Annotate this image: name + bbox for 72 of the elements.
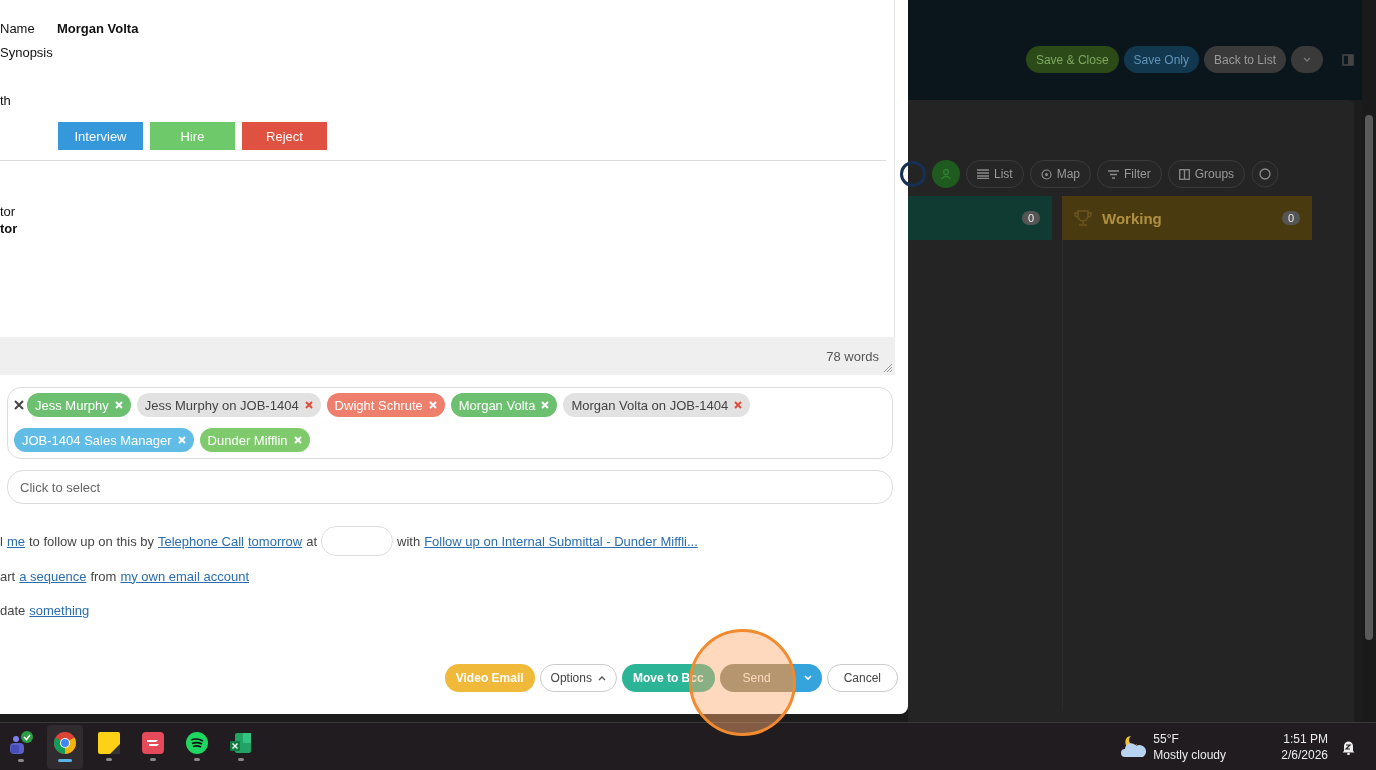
field-value: Morgan Volta <box>57 20 139 36</box>
automation-text: l <box>0 533 3 549</box>
field-label: Name <box>0 20 36 36</box>
clear-icon[interactable] <box>14 400 24 410</box>
sticky-note-icon <box>98 732 120 754</box>
automation-text: to follow up on this by <box>28 533 154 549</box>
recipient-tag[interactable]: Morgan Volta on JOB-1404 <box>563 393 751 417</box>
recipient-tag[interactable]: Jess Murphy on JOB-1404 <box>136 393 321 417</box>
person-button[interactable] <box>932 160 960 188</box>
view-button[interactable]: List <box>966 160 1024 188</box>
person-icon <box>940 168 952 180</box>
option-link[interactable]: a sequence <box>19 568 87 584</box>
resize-grip-icon[interactable] <box>884 364 892 372</box>
count-badge: 0 <box>1021 211 1040 225</box>
option-link[interactable]: something <box>29 602 90 618</box>
view-button[interactable]: Groups <box>1167 160 1246 188</box>
option-link[interactable]: Follow up on Internal Submittal - Dunder Miffli... <box>424 533 698 549</box>
option-link[interactable]: Telephone Call <box>158 533 244 549</box>
action-button[interactable]: Interview <box>58 122 143 150</box>
panel-icon[interactable] <box>1342 53 1354 66</box>
column-title: Working <box>1102 209 1162 227</box>
clock-time[interactable]: 1:51 PM <box>1283 730 1328 747</box>
option-link[interactable]: tomorrow <box>248 533 303 549</box>
ring-icon[interactable] <box>900 161 926 187</box>
field-label: Synopsis <box>0 44 54 60</box>
select-field[interactable]: Click to select <box>7 470 893 504</box>
word-count: 78 words <box>826 348 879 364</box>
toolbar-button[interactable]: Save Only <box>1123 46 1199 73</box>
body-text: tor <box>0 220 18 237</box>
view-button[interactable]: Filter <box>1097 160 1162 188</box>
weather-text: Mostly cloudy <box>1153 746 1227 763</box>
clock-date[interactable]: 2/6/2026 <box>1281 746 1328 763</box>
app-icon <box>142 732 164 754</box>
toolbar-button[interactable]: Back to List <box>1203 46 1286 73</box>
field-label: th <box>0 92 12 108</box>
remove-icon[interactable] <box>734 401 743 409</box>
scrollbar-thumb[interactable] <box>1365 115 1373 640</box>
footer-button[interactable]: Options <box>539 664 617 692</box>
chevron-up-icon <box>597 675 606 681</box>
time-field[interactable] <box>321 526 394 556</box>
count-badge: 0 <box>1281 211 1300 225</box>
trophy-icon <box>1074 209 1092 227</box>
footer-button[interactable]: Cancel <box>826 664 898 692</box>
body-text: tor <box>0 203 16 220</box>
pin-icon <box>1040 168 1052 180</box>
view-button[interactable]: Map <box>1029 160 1092 188</box>
chevron-down-icon <box>803 675 812 681</box>
sound-waves-icon <box>186 732 208 754</box>
option-link[interactable]: me <box>6 533 25 549</box>
people-icon <box>8 731 34 755</box>
remove-icon[interactable] <box>304 401 313 409</box>
automation-text: at <box>306 533 318 549</box>
columns-icon <box>1178 168 1190 180</box>
recipients-field[interactable]: Jess Murphy Jess Murphy on JOB-1404 Dwight Schrute Morgan Volta Morgan Volta on JOB-1404 JOB-1404 Sales Manager Dunder Mifflin <box>7 387 893 459</box>
filter-icon <box>1108 169 1120 179</box>
circle-icon[interactable] <box>1251 160 1280 188</box>
weather-icon <box>1121 734 1148 759</box>
automation-text: from <box>90 568 117 584</box>
browser-icon <box>53 731 77 755</box>
taskbar-app[interactable] <box>47 724 83 769</box>
spreadsheet-icon <box>230 732 252 754</box>
toolbar-button[interactable]: Save & Close <box>1025 46 1119 73</box>
option-link[interactable]: my own email account <box>120 568 250 584</box>
list-icon <box>977 169 989 179</box>
automation-text: date <box>0 602 26 618</box>
more-button[interactable] <box>1291 46 1323 73</box>
temperature: 55°F <box>1153 730 1180 747</box>
action-button[interactable]: Reject <box>242 122 327 150</box>
chevron-down-icon <box>1303 56 1311 63</box>
automation-text: art <box>0 568 16 584</box>
send-menu-button[interactable] <box>793 664 822 692</box>
automation-text: with <box>397 533 421 549</box>
